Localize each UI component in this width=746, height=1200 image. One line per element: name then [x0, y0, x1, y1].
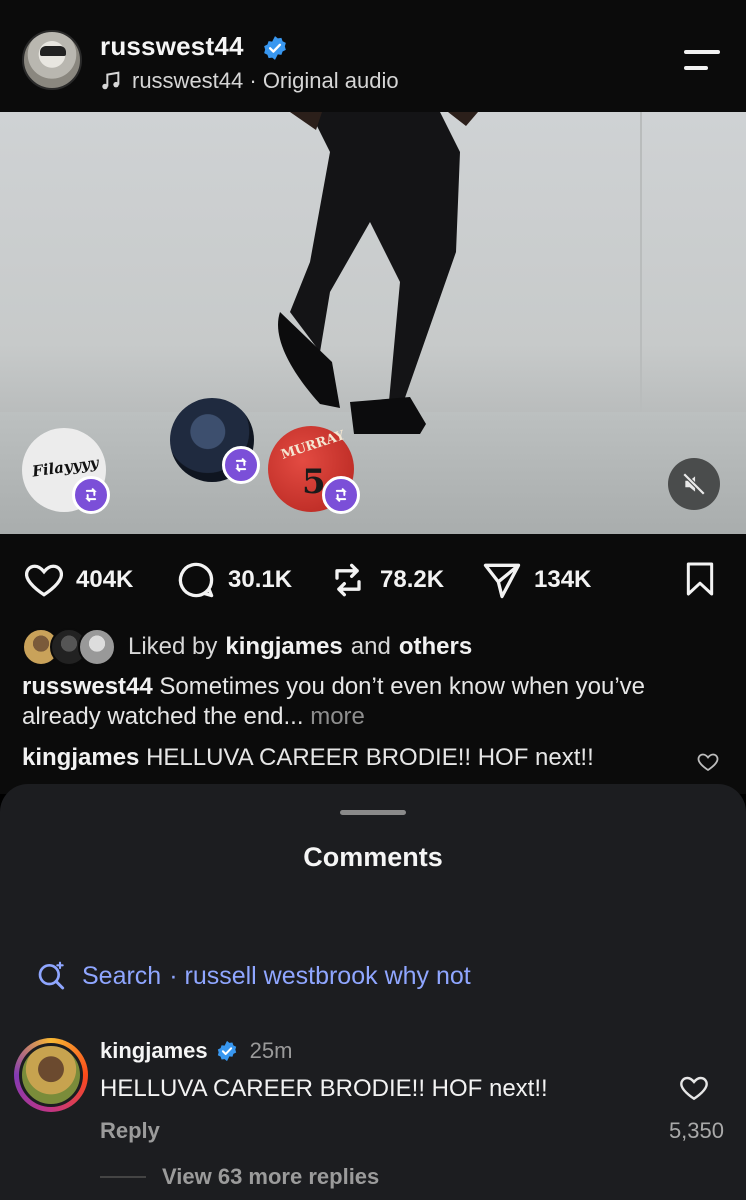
liked-by-avatars	[22, 628, 120, 666]
liked-by-row[interactable]: Liked by kingjames and others	[22, 628, 472, 666]
verified-badge-icon	[217, 1040, 236, 1062]
repost-icon	[335, 563, 361, 597]
post-actions-area: 404K 30.1K 78.2K 134K Liked by kingjames…	[0, 534, 746, 794]
comment-count: 30.1K	[228, 566, 293, 593]
heart-icon[interactable]	[678, 1072, 710, 1104]
comment-like-count: 5,350	[668, 1118, 724, 1143]
repost-icon	[72, 476, 110, 514]
mute-button[interactable]	[668, 458, 720, 510]
search-sparkle-icon	[38, 961, 65, 990]
comment-icon	[178, 562, 214, 598]
comment-button[interactable]: 30.1K	[174, 558, 292, 602]
heart-icon[interactable]	[696, 750, 720, 774]
replies-divider	[100, 1176, 146, 1178]
profile-avatar[interactable]	[22, 30, 82, 90]
liked-by-and: and	[350, 633, 391, 660]
comment-time: 25m	[249, 1038, 293, 1063]
repost-button[interactable]: 78.2K	[326, 558, 444, 602]
username[interactable]: russwest44	[100, 31, 244, 62]
top-comment-text: HELLUVA CAREER BRODIE!! HOF next!!	[146, 744, 594, 771]
verified-badge-icon	[264, 36, 286, 60]
comment-username[interactable]: kingjames	[100, 1038, 208, 1064]
search-prefix: Search	[82, 961, 162, 990]
share-icon	[483, 563, 521, 599]
audio-link[interactable]: russwest44 · Original audio	[100, 68, 399, 94]
bookmark-icon[interactable]	[680, 559, 720, 599]
comment-text: HELLUVA CAREER BRODIE!! HOF next!!	[100, 1075, 548, 1102]
comment-avatar[interactable]	[14, 1038, 88, 1112]
reel-video[interactable]: Filayyyy MURRAY 5	[0, 112, 746, 534]
like-count: 404K	[76, 566, 134, 593]
mute-icon	[682, 472, 706, 496]
view-replies-label: View 63 more replies	[162, 1164, 380, 1189]
menu-icon[interactable]	[680, 46, 724, 76]
jersey-name: MURRAY	[279, 428, 347, 463]
music-note-icon	[102, 71, 120, 90]
search-suggestion[interactable]: Search · russell westbrook why not	[36, 960, 471, 992]
liked-by-others[interactable]: others	[399, 633, 472, 661]
sheet-drag-handle[interactable]	[340, 810, 406, 815]
video-wall-edge	[640, 112, 642, 412]
repost-count: 78.2K	[380, 566, 445, 593]
video-figure	[278, 112, 478, 434]
reply-button[interactable]: Reply	[100, 1118, 160, 1144]
view-replies-button[interactable]: View 63 more replies	[100, 1164, 379, 1190]
audio-label: russwest44 · Original audio	[132, 68, 399, 93]
repost-icon	[322, 476, 360, 514]
top-comment-user[interactable]: kingjames	[22, 744, 139, 771]
post-header: russwest44 russwest44 · Original audio	[0, 0, 746, 112]
liked-by-prefix: Liked by	[128, 633, 218, 660]
liked-by-user[interactable]: kingjames	[225, 633, 342, 661]
sheet-title: Comments	[303, 842, 443, 872]
search-query: · russell westbrook why not	[169, 961, 471, 990]
comments-sheet: Comments Search · russell westbrook why …	[0, 784, 746, 1200]
post-caption: russwest44 Sometimes you don’t even know…	[22, 672, 702, 732]
like-button[interactable]: 404K	[22, 558, 133, 602]
comment-header: kingjames 25m	[100, 1038, 292, 1064]
share-count: 134K	[534, 566, 592, 593]
caption-username[interactable]: russwest44	[22, 673, 153, 700]
heart-icon	[24, 564, 64, 597]
caption-more-link[interactable]: more	[310, 703, 365, 730]
repost-icon	[222, 446, 260, 484]
top-comment[interactable]: kingjames HELLUVA CAREER BRODIE!! HOF ne…	[22, 744, 594, 772]
share-button[interactable]: 134K	[480, 558, 591, 602]
